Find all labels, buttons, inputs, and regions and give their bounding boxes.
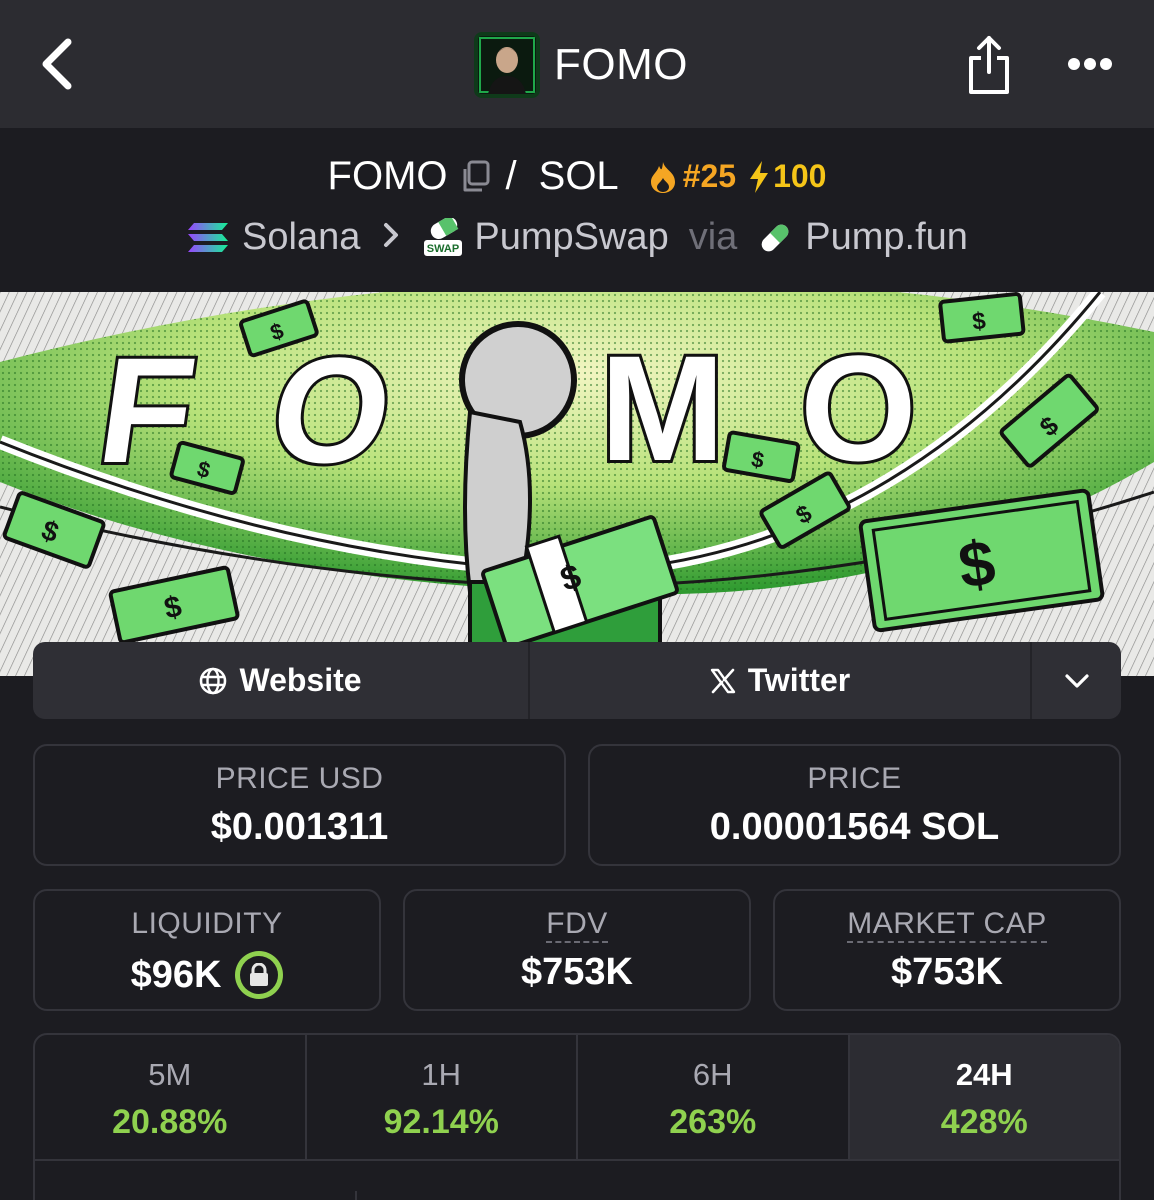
timeframe-label: 1H [421,1057,462,1092]
solana-icon [188,222,229,252]
token-banner-image: F O M O $ $ $ $ $ $ $ $ $ $ [0,292,1154,676]
twitter-label: Twitter [747,662,851,698]
price-native-label: PRICE [807,762,902,795]
trending-rank-badge[interactable]: #25 [649,158,736,195]
twitter-button[interactable]: Twitter [530,642,1032,719]
chevron-down-icon [1064,673,1089,688]
more-dots-icon [1068,58,1112,70]
market-cap-label: MARKET CAP [847,907,1047,943]
timeframe-label: 6H [692,1057,733,1092]
pair-title-row: FOMO / SOL #25 100 [0,154,1154,199]
timeframe-label: 5M [148,1057,192,1092]
launchpad-name: Pump.fun [805,216,968,258]
banner-letter-o2: O [800,324,917,492]
timeframe-change: 92.14% [383,1103,499,1141]
launchpad-link-pumpfun[interactable]: Pump.fun [757,216,968,259]
via-text: via [688,216,738,258]
pair-separator: / [505,154,517,198]
pumpswap-icon: SWAP [424,217,463,256]
trending-rank-text: #25 [682,158,737,194]
timeframe-change: 20.88% [112,1103,228,1141]
globe-icon [199,667,227,695]
price-usd-value: $0.001311 [210,806,389,848]
copy-address-button[interactable] [460,160,490,194]
page-title: FOMO [554,40,688,89]
liquidity-card: LIQUIDITY $96K [33,889,381,1011]
token-avatar [474,32,540,98]
boost-badge[interactable]: 100 [748,158,826,195]
token-title-group: FOMO [474,32,688,98]
lock-icon [250,963,269,986]
breadcrumb-chevron-icon [382,218,400,257]
share-icon [969,36,1009,94]
price-usd-label: PRICE USD [215,762,384,795]
timeframe-tab-5m[interactable]: 5M 20.88% [35,1035,307,1159]
price-usd-card: PRICE USD $0.001311 [33,744,566,866]
fdv-card[interactable]: FDV $753K [403,889,751,1011]
lightning-icon [750,160,769,193]
pill-icon [761,224,789,251]
liquidity-value: $96K [130,953,222,996]
price-native-value: 0.00001564 SOL [709,806,1000,848]
liquidity-label: LIQUIDITY [131,907,283,940]
dex-link-pumpswap[interactable]: SWAP PumpSwap [422,216,669,259]
website-button[interactable]: Website [33,642,530,719]
liquidity-locked-badge[interactable] [235,951,284,999]
copy-icon [463,160,490,191]
chain-breadcrumb: Solana SWAP PumpSwap via Pump.fun [0,216,1154,259]
flame-icon [650,161,675,193]
back-button[interactable] [28,34,84,94]
banner-letter-m: M [600,324,725,492]
social-links-bar: Website Twitter [33,642,1121,719]
banner-letter-o1: O [262,327,402,494]
more-links-dropdown[interactable] [1032,642,1121,719]
timeframe-change: 263% [669,1103,757,1141]
quote-token-symbol: SOL [538,154,619,198]
timeframe-tab-6h[interactable]: 6H 263% [578,1035,850,1159]
market-cap-card[interactable]: MARKET CAP $753K [773,889,1121,1011]
x-logo-icon [710,668,736,694]
timeframe-change: 428% [940,1103,1028,1141]
share-button[interactable] [960,32,1018,98]
fdv-value: $753K [521,951,633,993]
price-change-timeframes: 5M 20.88% 1H 92.14% 6H 263% 24H 428% [33,1033,1121,1200]
more-options-button[interactable] [1058,44,1122,84]
website-label: Website [239,662,362,698]
price-native-card: PRICE 0.00001564 SOL [588,744,1121,866]
timeframe-details-row [35,1161,1119,1200]
timeframe-tab-1h[interactable]: 1H 92.14% [307,1035,578,1159]
market-cap-value: $753K [891,951,1003,993]
timeframe-label: 24H [955,1057,1013,1092]
fdv-label: FDV [546,907,608,943]
pair-header: FOMO / SOL #25 100 Solana SWAP PumpSwap … [0,128,1154,292]
divider [355,1191,357,1200]
chevron-left-icon [42,38,72,90]
top-navigation-bar: FOMO [0,0,1154,128]
chain-name: Solana [242,216,361,258]
timeframe-tab-24h[interactable]: 24H 428% [849,1035,1119,1159]
svg-text:SWAP: SWAP [427,243,459,255]
dex-name: PumpSwap [474,216,669,258]
chain-link-solana[interactable]: Solana [186,216,360,259]
boost-count: 100 [773,158,827,194]
base-token-symbol: FOMO [327,154,448,198]
liquidity-value-row: $96K [35,951,379,999]
